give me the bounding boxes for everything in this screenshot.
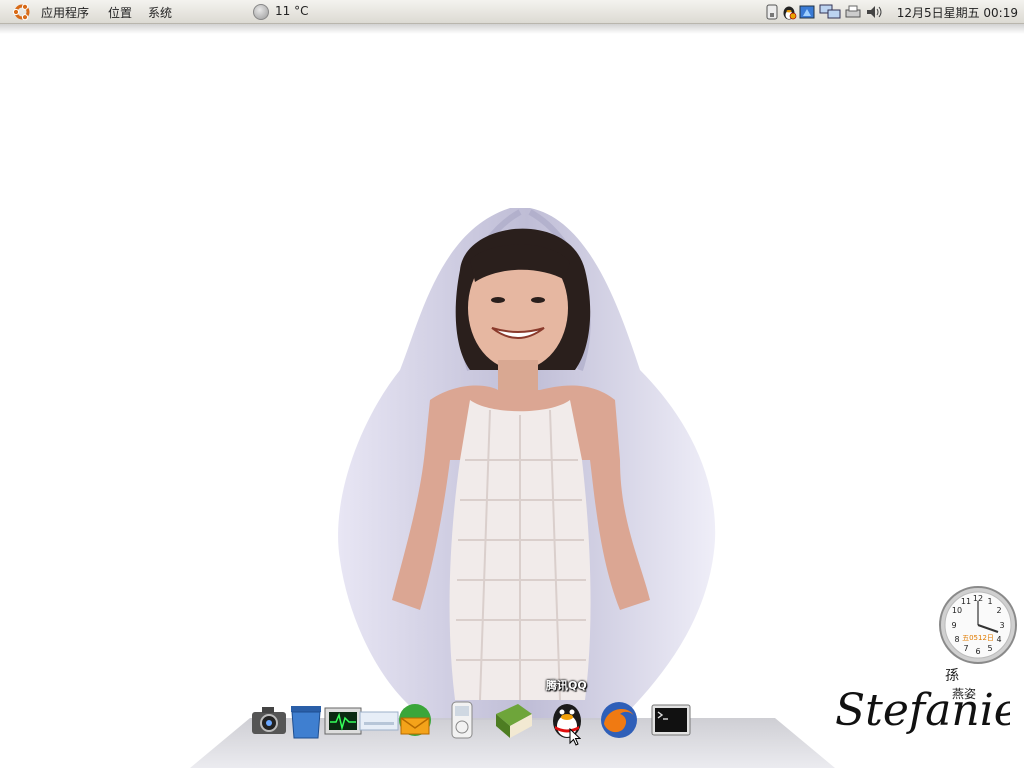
svg-text:8: 8 xyxy=(954,635,959,644)
svg-text:11: 11 xyxy=(961,597,971,606)
camera-icon[interactable] xyxy=(248,700,290,740)
signature-chinese-2: 燕姿 xyxy=(952,687,976,701)
weather-icon[interactable] xyxy=(253,4,269,20)
svg-text:5: 5 xyxy=(987,644,992,653)
network-monitor-icon[interactable] xyxy=(819,4,841,20)
trash-icon[interactable] xyxy=(285,700,327,740)
printer-icon[interactable] xyxy=(845,4,861,20)
usb-drive-icon[interactable] xyxy=(764,4,780,20)
menu-system[interactable]: 系统 xyxy=(148,4,172,21)
svg-text:2: 2 xyxy=(996,606,1001,615)
mail-icon[interactable] xyxy=(394,700,436,740)
qq-icon[interactable] xyxy=(546,700,588,740)
clock-widget-date: 五0512日 xyxy=(962,634,994,642)
panel-clock[interactable]: 12月5日星期五 00:19 xyxy=(897,4,1018,21)
svg-text:3: 3 xyxy=(999,621,1004,630)
network-file-icon[interactable] xyxy=(799,4,815,20)
top-panel: 应用程序 位置 系统 11 °C 12月5日星期五 00:19 xyxy=(0,0,1024,24)
svg-text:6: 6 xyxy=(975,647,980,656)
firefox-icon[interactable] xyxy=(598,700,640,740)
weather-temperature[interactable]: 11 °C xyxy=(275,4,308,18)
svg-text:1: 1 xyxy=(987,597,992,606)
qq-tray-icon[interactable] xyxy=(781,4,797,20)
volume-icon[interactable] xyxy=(865,4,885,20)
signature-logo: Stefanie 孫 燕姿 xyxy=(835,668,1010,736)
dock-hover-label: 腾讯QQ xyxy=(546,679,587,692)
book-icon[interactable] xyxy=(492,700,534,740)
analog-clock-widget[interactable]: 12 123 4567 891011 五0512日 xyxy=(938,585,1018,665)
menu-places[interactable]: 位置 xyxy=(108,4,132,21)
music-player-icon[interactable] xyxy=(441,700,483,740)
signature-latin: Stefanie xyxy=(835,685,1010,736)
svg-text:10: 10 xyxy=(952,606,962,615)
panel-shadow xyxy=(0,24,1024,34)
ubuntu-logo-icon[interactable] xyxy=(12,2,32,22)
svg-text:7: 7 xyxy=(963,644,968,653)
svg-text:9: 9 xyxy=(951,621,956,630)
svg-text:4: 4 xyxy=(996,635,1001,644)
wallpaper-photo xyxy=(338,208,716,720)
terminal-icon[interactable] xyxy=(650,700,692,740)
mouse-cursor-icon xyxy=(569,728,581,746)
menu-applications[interactable]: 应用程序 xyxy=(41,4,89,21)
signature-chinese-1: 孫 xyxy=(945,668,959,684)
